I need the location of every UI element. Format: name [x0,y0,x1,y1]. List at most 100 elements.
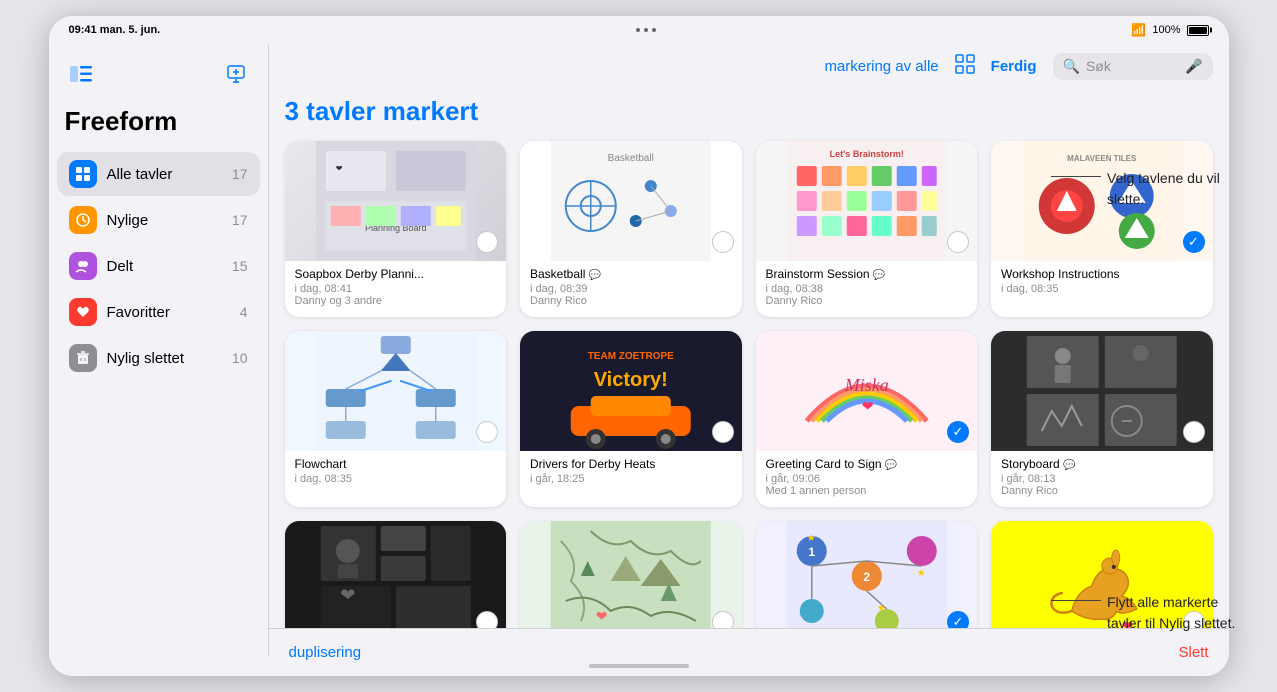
delete-button[interactable]: Slett [1178,644,1208,656]
battery-percent: 100% [1152,24,1180,36]
svg-text:Let's Brainstorm!: Let's Brainstorm! [829,149,903,159]
mic-icon[interactable]: 🎤 [1185,58,1202,75]
card-info-flowchart: Flowchart i dag, 08:35 [285,451,507,495]
card-thumb-basketball: Basketball [520,141,742,261]
alle-tavler-icon [69,160,97,188]
card-date-brainstorm: i dag, 08:38 [766,283,968,295]
home-bar [589,664,689,668]
sidebar-item-delt[interactable]: Delt 15 [57,244,260,288]
card-info-derby: Drivers for Derby Heats i går, 18:25 [520,451,742,495]
duplicate-button[interactable]: duplisering [289,644,362,656]
sidebar-item-nylige[interactable]: Nylige 17 [57,198,260,242]
sidebar-item-favoritter[interactable]: Favoritter 4 [57,290,260,334]
top-bar: markering av alle Ferdig 🔍 Søk 🎤 [269,44,1229,88]
card-brainstorm[interactable]: Let's Brainstorm! [756,141,978,317]
card-info-greeting: Greeting Card to Sign 💬 i går, 09:06 Med… [756,451,978,507]
card-thumb-moodboard: ❤ [285,521,507,641]
status-right: 📶 100% [1131,23,1208,37]
derby-check[interactable] [712,421,734,443]
main-content: markering av alle Ferdig 🔍 Søk 🎤 [269,44,1229,656]
svg-text:Basketball: Basketball [608,153,654,164]
card-date-derby: i går, 18:25 [530,473,732,485]
cards-grid: Planning Board ❤ Soapbox Derby Planni... [285,141,1213,656]
card-storyboard[interactable]: Storyboard 💬 i går, 08:13 Danny Rico [991,331,1213,507]
search-input[interactable]: Søk [1086,58,1179,74]
card-thumb-brainstorm: Let's Brainstorm! [756,141,978,261]
svg-text:❤: ❤ [596,608,608,624]
select-all-button[interactable]: markering av alle [824,58,938,75]
svg-text:TEAM ZOETROPE: TEAM ZOETROPE [588,351,674,362]
card-thumb-plot: 1 2 ★ [756,521,978,641]
alle-tavler-count: 17 [232,166,248,182]
svg-text:★: ★ [806,533,815,544]
card-greeting[interactable]: Miska ❤ ✓ Greeting Card to Sign 💬 i går,… [756,331,978,507]
card-info-brainstorm: Brainstorm Session 💬 i dag, 08:38 Danny … [756,261,978,317]
wifi-icon: 📶 [1131,23,1146,37]
card-info-workshop: Workshop Instructions i dag, 08:35 [991,261,1213,305]
sidebar-item-nylig-slettet[interactable]: Nylig slettet 10 [57,336,260,380]
nylige-count: 17 [232,212,248,228]
card-name-greeting: Greeting Card to Sign 💬 [766,457,968,471]
svg-text:★: ★ [876,603,885,614]
card-shared-greeting: Med 1 annen person [766,485,968,497]
basketball-check[interactable] [712,231,734,253]
annotation-bottom-text: Flytt alle markerte tavler til Nylig sle… [1107,592,1247,634]
card-date-workshop: i dag, 08:35 [1001,283,1203,295]
ipad-frame: 09:41 man. 5. jun. 📶 100% [49,16,1229,676]
svg-text:❤: ❤ [335,164,342,173]
svg-text:1: 1 [808,545,815,559]
status-bar: 09:41 man. 5. jun. 📶 100% [49,16,1229,44]
done-button[interactable]: Ferdig [991,58,1037,75]
card-name-basketball: Basketball 💬 [530,267,732,281]
greeting-check[interactable]: ✓ [947,421,969,443]
soapbox-check[interactable] [476,231,498,253]
card-date-flowchart: i dag, 08:35 [295,473,497,485]
favoritter-label: Favoritter [107,304,230,321]
nylig-slettet-label: Nylig slettet [107,350,222,367]
nylig-slettet-count: 10 [232,350,248,366]
app-body: Freeform Alle tavler 17 [49,44,1229,656]
battery-icon [1187,25,1209,36]
card-basketball[interactable]: Basketball [520,141,742,317]
card-derby[interactable]: TEAM ZOETROPE Victory! [520,331,742,507]
card-thumb-flowchart [285,331,507,451]
favoritter-count: 4 [240,304,248,320]
sidebar-icons-row [49,54,268,102]
sidebar-toggle-icon[interactable] [65,58,97,90]
search-bar[interactable]: 🔍 Søk 🎤 [1053,53,1213,80]
card-shared-soapbox: Danny og 3 andre [295,295,497,307]
card-thumb-derby: TEAM ZOETROPE Victory! [520,331,742,451]
card-name-storyboard: Storyboard 💬 [1001,457,1203,471]
card-name-workshop: Workshop Instructions [1001,267,1203,281]
card-thumb-adventure: ❤ [520,521,742,641]
svg-text:★: ★ [916,568,925,579]
delt-label: Delt [107,258,222,275]
card-thumb-storyboard [991,331,1213,451]
workshop-check[interactable]: ✓ [1183,231,1205,253]
card-name-derby: Drivers for Derby Heats [530,457,732,471]
sidebar-item-alle-tavler[interactable]: Alle tavler 17 [57,152,260,196]
nylige-icon [69,206,97,234]
card-thumb-soapbox: Planning Board ❤ [285,141,507,261]
card-thumb-greeting: Miska ❤ ✓ [756,331,978,451]
storyboard-check[interactable] [1183,421,1205,443]
card-date-basketball: i dag, 08:39 [530,283,732,295]
sidebar-title: Freeform [49,102,268,151]
card-name-brainstorm: Brainstorm Session 💬 [766,267,968,281]
annotation-bottom: Flytt alle markerte tavler til Nylig sle… [1051,592,1247,634]
grid-view-button[interactable] [955,54,975,79]
svg-text:❤: ❤ [340,585,355,605]
card-soapbox[interactable]: Planning Board ❤ Soapbox Derby Planni... [285,141,507,317]
card-date-storyboard: i går, 08:13 [1001,473,1203,485]
page-title: 3 tavler markert [285,88,1213,141]
brainstorm-check[interactable] [947,231,969,253]
sidebar: Freeform Alle tavler 17 [49,44,269,656]
annotation-top: Velg tavlene du vil slette. [1051,168,1247,210]
card-flowchart[interactable]: Flowchart i dag, 08:35 [285,331,507,507]
card-info-basketball: Basketball 💬 i dag, 08:39 Danny Rico [520,261,742,317]
delt-count: 15 [232,258,248,274]
svg-text:2: 2 [863,570,870,584]
svg-text:Miska: Miska [843,375,888,395]
flowchart-check[interactable] [476,421,498,443]
new-board-icon[interactable] [220,58,252,90]
